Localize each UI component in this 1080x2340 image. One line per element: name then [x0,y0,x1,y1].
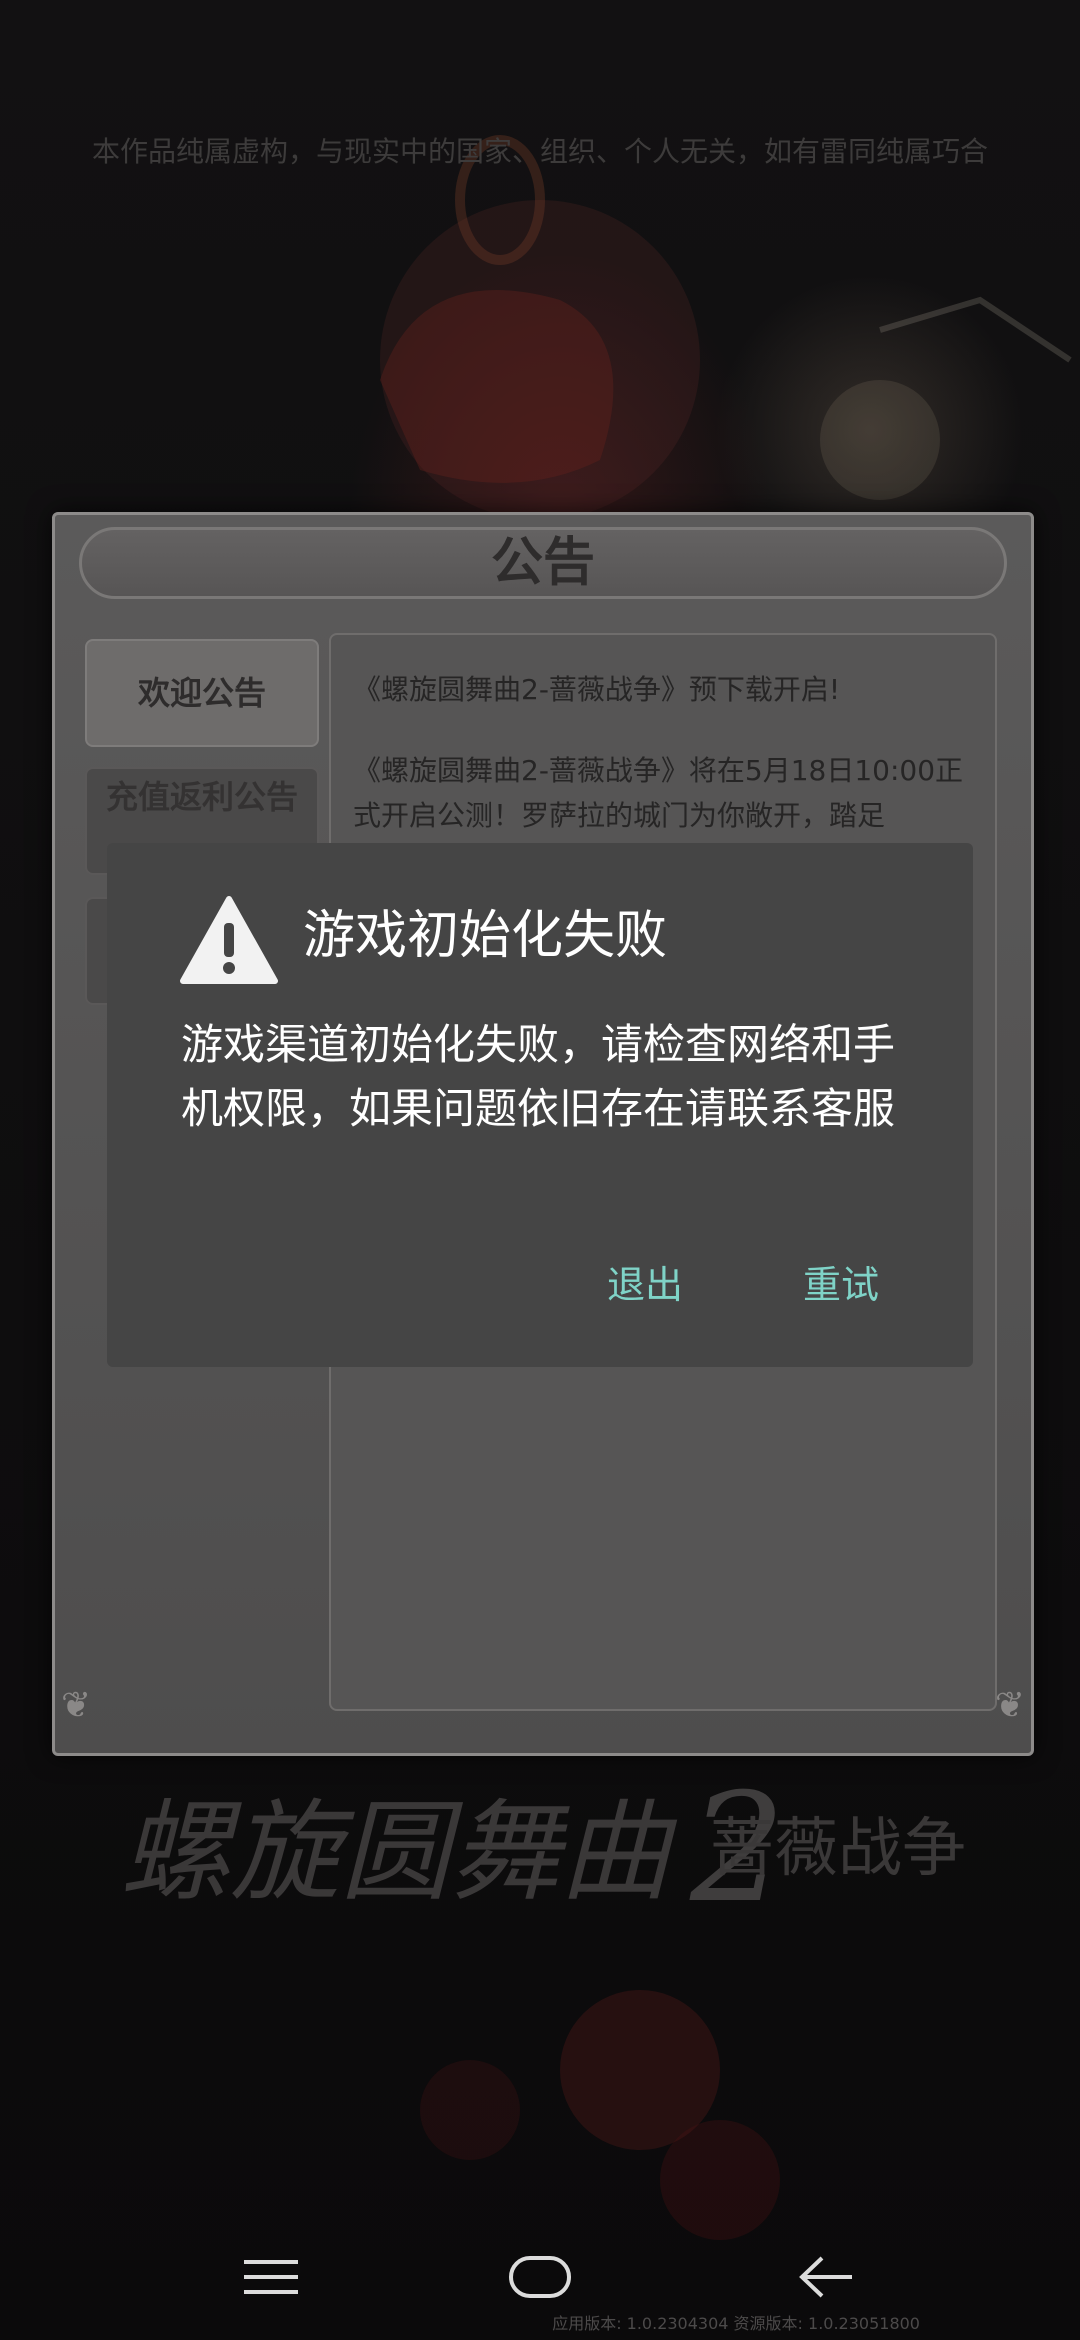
error-dialog: 游戏初始化失败 游戏渠道初始化失败，请检查网络和手机权限，如果问题依旧存在请联系… [107,843,973,1367]
dialog-message: 游戏渠道初始化失败，请检查网络和手机权限，如果问题依旧存在请联系客服 [181,1020,896,1133]
version-text: 应用版本: 1.0.2304304 资源版本: 1.0.23051800 [552,2314,920,2333]
exit-button[interactable]: 退出 [607,1255,683,1315]
warning-icon [180,896,278,984]
home-icon[interactable] [508,2250,572,2308]
back-icon[interactable] [798,2250,854,2308]
menu-icon[interactable] [244,2250,298,2308]
dialog-title: 游戏初始化失败 [303,906,668,966]
system-navigation-bar: 应用版本: 1.0.2304304 资源版本: 1.0.23051800 [0,2220,1080,2340]
retry-button[interactable]: 重试 [803,1255,879,1315]
